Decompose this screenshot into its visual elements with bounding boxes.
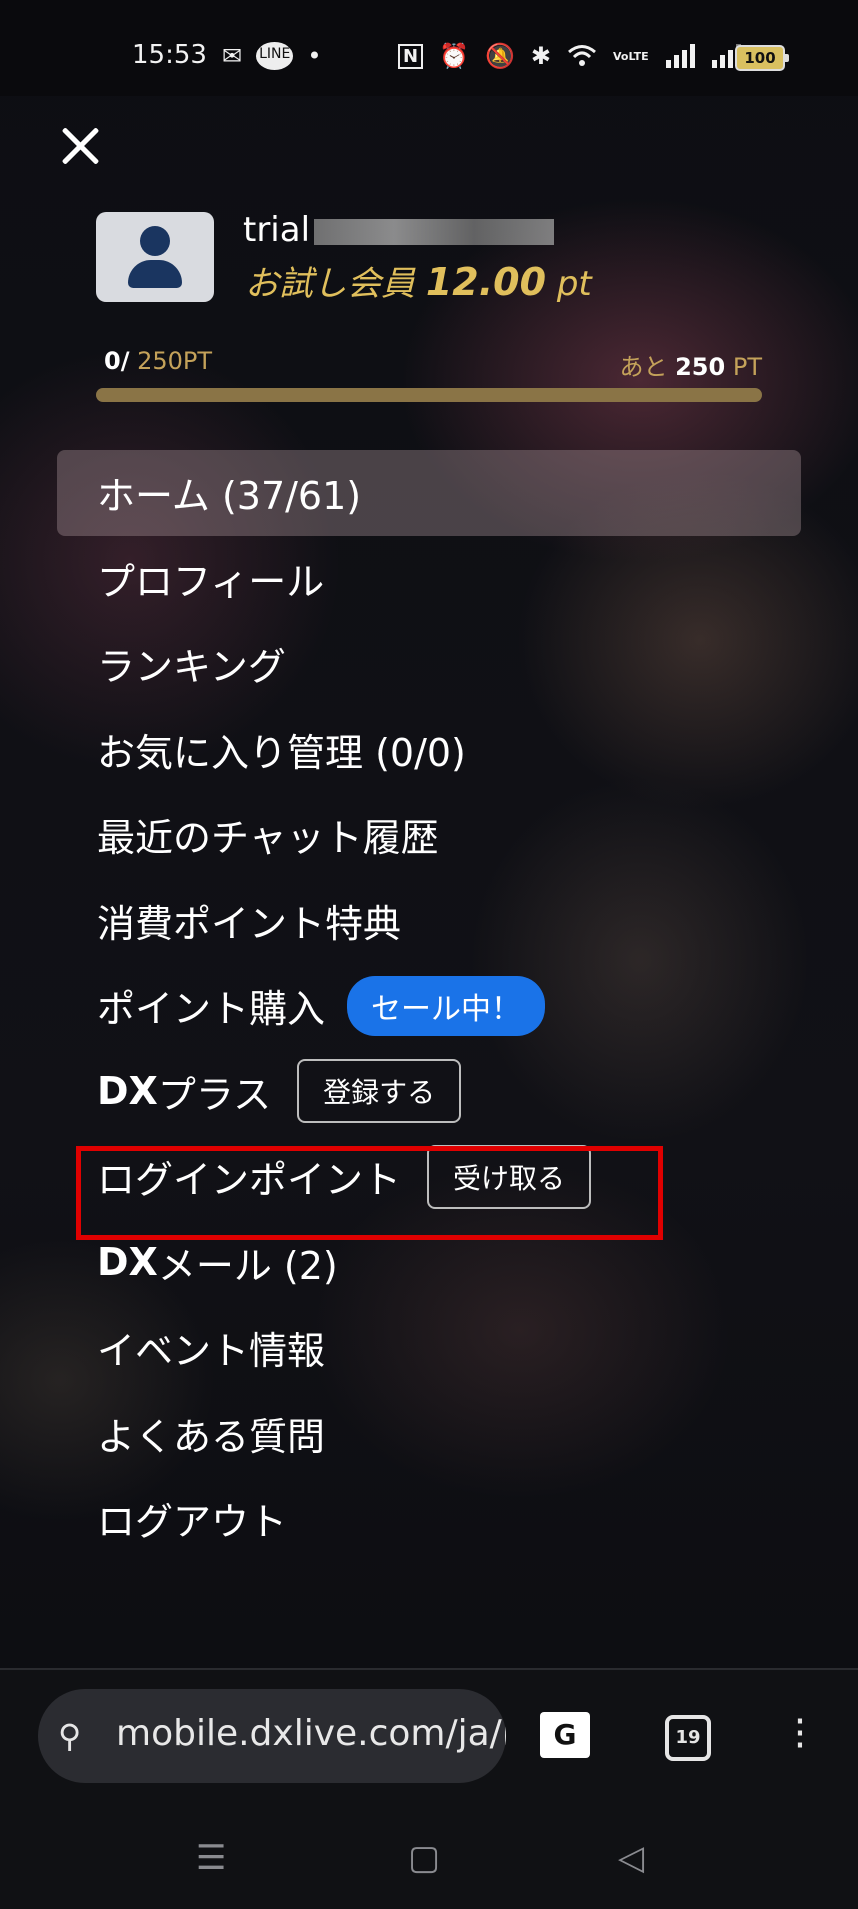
alarm-icon: ⏰ <box>439 42 469 70</box>
progress-target: 250PT <box>137 347 213 375</box>
progress-remaining-prefix: あと <box>619 353 668 381</box>
menu-item-favorites[interactable]: お気に入り管理 (0/0) <box>57 707 801 793</box>
menu-item-buy-points[interactable]: ポイント購入 セール中！ <box>57 963 801 1049</box>
signal-icon <box>665 44 695 68</box>
menu-buy-points-label: ポイント購入 <box>97 987 326 1032</box>
wifi-icon <box>568 45 596 66</box>
tabs-button[interactable]: 19 <box>665 1715 711 1761</box>
sale-badge: セール中！ <box>347 975 546 1036</box>
menu-events-label: イベント情報 <box>97 1329 326 1374</box>
avatar-head <box>140 226 170 256</box>
site-settings-icon[interactable]: ⚲ <box>58 1717 81 1755</box>
menu-item-events[interactable]: イベント情報 <box>57 1305 801 1391</box>
register-button[interactable]: 登録する <box>297 1059 462 1124</box>
translate-icon[interactable]: G <box>540 1712 590 1758</box>
rank-label: お試し会員 <box>245 264 415 304</box>
side-menu: ホーム (37/61) プロフィール ランキング お気に入り管理 (0/0) 最… <box>57 450 801 1562</box>
avatar-body <box>128 260 182 288</box>
status-bar: 15:53 ✉ LINE • N ⏰ 🔕 ✱ VoLTE 100 <box>0 0 858 96</box>
progress-remaining-value: 250 <box>675 353 726 381</box>
menu-favorites-label: お気に入り管理 (0/0) <box>97 730 466 775</box>
nfc-icon: N <box>398 43 424 69</box>
system-icons: N ⏰ 🔕 ✱ VoLTE <box>398 42 741 70</box>
dot-icon: • <box>307 42 322 70</box>
back-icon[interactable]: ◁ <box>618 1838 644 1878</box>
notification-icons: ✉ LINE • <box>222 42 322 70</box>
url-text[interactable]: mobile.dxlive.com/ja/h <box>116 1713 506 1754</box>
line-icon: LINE <box>256 42 294 70</box>
menu-dx-plus-label: プラス <box>157 1072 272 1117</box>
highlight-box <box>76 1146 663 1240</box>
progress-current: 0/ 250PT <box>104 347 212 375</box>
menu-item-point-benefits[interactable]: 消費ポイント特典 <box>57 878 801 964</box>
menu-faq-label: よくある質問 <box>97 1414 326 1459</box>
avatar[interactable] <box>96 212 214 302</box>
user-name-text: trial <box>243 210 311 250</box>
points-unit: pt <box>556 264 592 304</box>
menu-ranking-label: ランキング <box>97 645 286 690</box>
home-icon[interactable]: ▢ <box>408 1838 440 1878</box>
menu-item-home[interactable]: ホーム (37/61) <box>57 450 801 536</box>
menu-home-label: ホーム (37/61) <box>97 474 362 519</box>
menu-dx-mail-label: メール (2) <box>157 1243 338 1288</box>
clock: 15:53 <box>132 40 207 70</box>
menu-dx-plus-strong: DX <box>97 1069 158 1114</box>
member-rank: お試し会員 12.00 pt <box>245 256 592 305</box>
progress-current-value: 0/ <box>104 347 130 375</box>
user-name: trial <box>243 210 555 250</box>
progress-remaining: あと 250 PT <box>619 347 762 382</box>
more-menu-icon[interactable]: · · · <box>790 1702 810 1766</box>
progress-remaining-unit: PT <box>732 353 762 381</box>
close-icon[interactable] <box>56 122 104 170</box>
menu-item-logout[interactable]: ログアウト <box>57 1476 801 1562</box>
bluetooth-icon: ✱ <box>530 42 551 70</box>
menu-profile-label: プロフィール <box>97 559 325 604</box>
menu-item-chat-history[interactable]: 最近のチャット履歴 <box>57 792 801 878</box>
recent-apps-icon[interactable]: ☰ <box>196 1838 226 1878</box>
points-value: 12.00 <box>425 260 547 304</box>
menu-item-dx-plus[interactable]: DX プラス 登録する <box>57 1049 801 1135</box>
redacted-username <box>314 218 555 245</box>
menu-chat-history-label: 最近のチャット履歴 <box>97 816 439 861</box>
menu-dx-mail-strong: DX <box>97 1240 158 1285</box>
menu-item-faq[interactable]: よくある質問 <box>57 1391 801 1477</box>
progress-bar <box>96 388 762 402</box>
menu-logout-label: ログアウト <box>97 1500 288 1545</box>
volte-icon: VoLTE <box>612 49 649 63</box>
mail-icon: ✉ <box>222 42 243 70</box>
menu-item-ranking[interactable]: ランキング <box>57 621 801 707</box>
menu-item-profile[interactable]: プロフィール <box>57 536 801 622</box>
address-bar[interactable]: ⚲ mobile.dxlive.com/ja/h <box>38 1689 506 1783</box>
menu-point-benefits-label: 消費ポイント特典 <box>97 901 402 946</box>
mute-icon: 🔕 <box>484 42 515 70</box>
battery-icon: 100 <box>735 45 789 71</box>
